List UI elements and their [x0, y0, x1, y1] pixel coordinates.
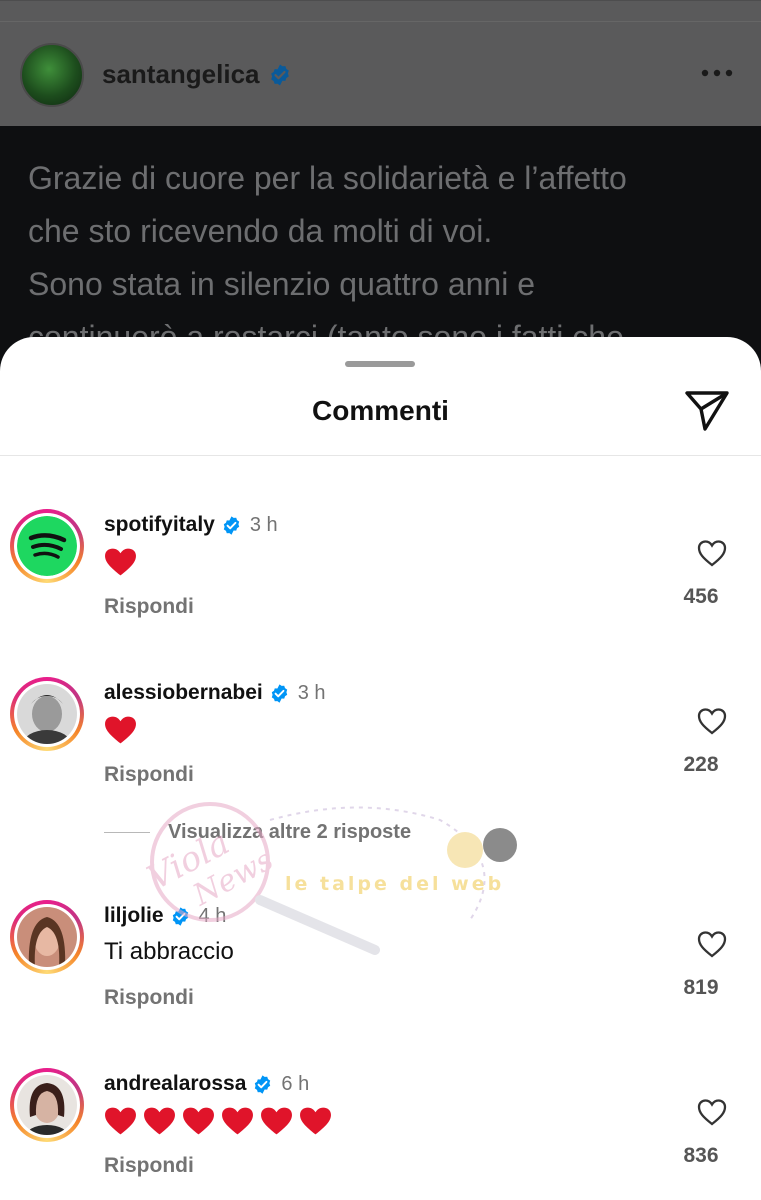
red-heart-emoji-icon [105, 1107, 136, 1135]
heart-outline-icon[interactable] [697, 707, 727, 735]
comment-item: spotifyitaly 3 h Rispondi 456 [0, 509, 761, 669]
red-heart-emoji-icon [300, 1107, 331, 1135]
red-heart-emoji-icon [144, 1107, 175, 1135]
comment-username[interactable]: spotifyitaly [104, 513, 215, 537]
verified-badge-icon [255, 1074, 271, 1094]
red-heart-emoji-icon [105, 548, 136, 576]
post-username[interactable]: santangelica [102, 59, 260, 90]
reply-button[interactable]: Rispondi [104, 986, 194, 1010]
like-count: 819 [683, 976, 719, 999]
drag-handle[interactable] [345, 361, 415, 367]
comment-text [104, 1106, 332, 1136]
comment-time: 3 h [297, 681, 326, 704]
more-options-icon[interactable] [699, 63, 735, 83]
comment-time: 3 h [249, 513, 278, 536]
reply-button[interactable]: Rispondi [104, 595, 194, 619]
profile-photo [17, 1075, 77, 1135]
comment-time: 4 h [198, 904, 227, 927]
comments-sheet: Commenti spotifyitaly 3 h Rispondi 456 a… [0, 337, 761, 1200]
view-more-replies-label[interactable]: Visualizza altre 2 risposte [168, 821, 411, 844]
like-count: 228 [683, 753, 719, 776]
like-count: 456 [683, 585, 719, 608]
red-heart-emoji-icon [222, 1107, 253, 1135]
post-author-avatar[interactable] [20, 43, 84, 107]
comment-item: alessiobernabei 3 h Rispondi 228 [0, 677, 761, 837]
spotify-logo-icon [17, 516, 77, 576]
red-heart-emoji-icon [261, 1107, 292, 1135]
red-heart-emoji-icon [105, 716, 136, 744]
caption-line: che sto ricevendo da molti di voi. [28, 213, 493, 249]
caption-line: Grazie di cuore per la solidarietà e l’a… [28, 160, 627, 196]
replies-line [104, 832, 150, 833]
comment-item: andrealarossa 6 h Rispondi 836 [0, 1068, 761, 1200]
heart-outline-icon[interactable] [697, 930, 727, 958]
view-more-replies-button[interactable]: Visualizza altre 2 risposte [104, 821, 411, 844]
header-divider [0, 455, 761, 456]
comment-item: liljolie 4 h Ti abbraccio Rispondi 819 [0, 900, 761, 1060]
comment-text [104, 715, 137, 745]
reply-button[interactable]: Rispondi [104, 1154, 194, 1178]
verified-badge-icon [271, 683, 287, 703]
verified-badge-icon [223, 515, 240, 535]
share-icon[interactable] [683, 389, 731, 433]
heart-outline-icon[interactable] [697, 539, 727, 567]
post-header: santangelica [0, 0, 761, 126]
avatar[interactable] [10, 509, 84, 583]
verified-badge-icon [270, 64, 289, 85]
reply-button[interactable]: Rispondi [104, 763, 194, 787]
caption-line: Sono stata in silenzio quattro anni e [28, 266, 535, 302]
top-divider [0, 21, 761, 22]
comment-username[interactable]: alessiobernabei [104, 681, 263, 705]
avatar[interactable] [10, 900, 84, 974]
comment-username[interactable]: liljolie [104, 904, 164, 928]
sheet-title: Commenti [312, 395, 449, 426]
red-heart-emoji-icon [183, 1107, 214, 1135]
profile-photo [17, 684, 77, 744]
post-author[interactable]: santangelica [102, 59, 292, 90]
comment-text [104, 547, 137, 577]
comment-username[interactable]: andrealarossa [104, 1072, 246, 1096]
verified-badge-icon [172, 906, 188, 926]
profile-photo [17, 907, 77, 967]
heart-outline-icon[interactable] [697, 1098, 727, 1126]
like-count: 836 [683, 1144, 719, 1167]
comment-text: Ti abbraccio [104, 938, 234, 965]
comment-time: 6 h [281, 1072, 310, 1095]
avatar[interactable] [10, 1068, 84, 1142]
avatar[interactable] [10, 677, 84, 751]
